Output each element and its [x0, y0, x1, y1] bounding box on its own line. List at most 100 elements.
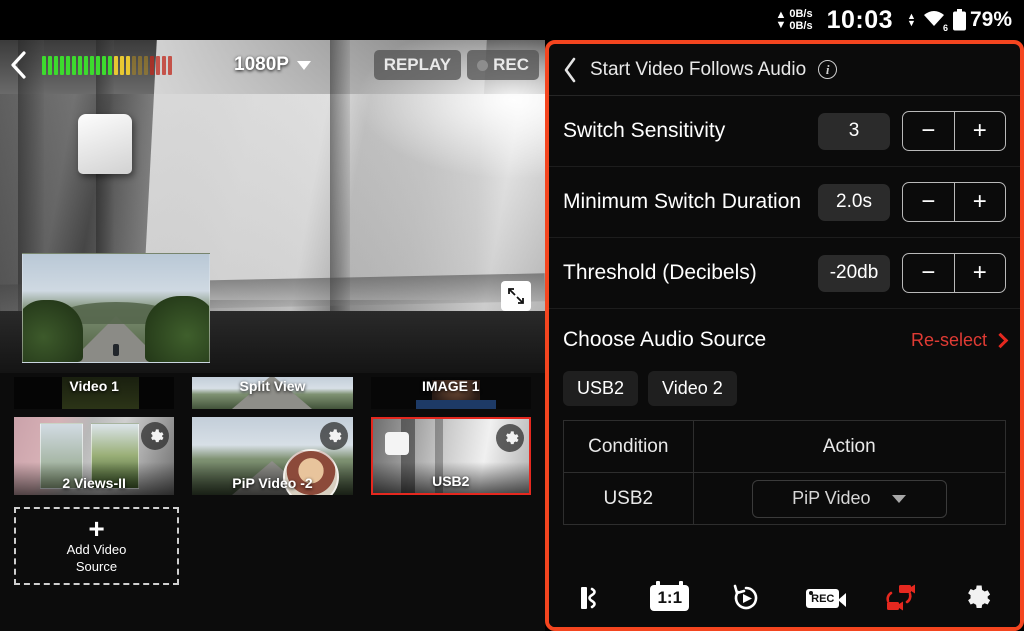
- table-header-row: Condition Action: [563, 420, 1007, 473]
- setting-value[interactable]: 2.0s: [818, 183, 890, 221]
- replay-label: REPLAY: [383, 55, 452, 74]
- column-header-condition: Condition: [563, 420, 694, 473]
- increment-button[interactable]: +: [955, 112, 1006, 150]
- status-bar: ▲ ▼ 0B/s 0B/s 10:03 ▲ ▼ 6 79%: [0, 0, 1024, 40]
- stepper-minimum-switch-duration: − +: [902, 182, 1006, 222]
- add-source-label-line2: Source: [75, 559, 118, 574]
- pip-trees-left: [23, 300, 83, 362]
- increment-button[interactable]: +: [955, 254, 1006, 292]
- setting-row-minimum-switch-duration: Minimum Switch Duration 2.0s − +: [549, 167, 1020, 238]
- action-dropdown-value: PiP Video: [792, 488, 871, 508]
- resolution-label: 1080P: [234, 54, 289, 75]
- audio-levels-icon[interactable]: [565, 576, 621, 620]
- upload-speed: 0B/s: [789, 8, 813, 20]
- app-root: ▲ ▼ 0B/s 0B/s 10:03 ▲ ▼ 6 79% 1080P REPL…: [0, 0, 1024, 631]
- audio-source-chip-usb2[interactable]: USB2: [563, 371, 639, 406]
- panel-back-button[interactable]: [563, 57, 578, 83]
- table-row: USB2 PiP Video: [563, 472, 1007, 525]
- source-thumb-video1[interactable]: Video 1: [14, 377, 175, 409]
- setting-label: Switch Sensitivity: [563, 119, 726, 142]
- settings-gear-icon[interactable]: [948, 576, 1004, 620]
- setting-value[interactable]: 3: [818, 112, 890, 150]
- source-thumb-usb2[interactable]: USB2: [370, 417, 531, 495]
- audio-source-chip-video2[interactable]: Video 2: [648, 371, 737, 406]
- source-label: USB2: [432, 473, 470, 489]
- video-source-grid: Video 1 Split View IMAGE 1 2 Views-II Pi…: [0, 373, 545, 631]
- page-title: Start Video Follows Audio: [590, 58, 807, 80]
- stepper-switch-sensitivity: − +: [902, 111, 1006, 151]
- info-icon[interactable]: i: [818, 60, 838, 79]
- choose-audio-source-label: Choose Audio Source: [563, 328, 767, 351]
- rec-label: REC: [493, 55, 529, 74]
- preview-top-bar: 1080P REPLAY REC: [0, 40, 545, 90]
- wifi-generation-label: 6: [942, 22, 948, 33]
- panel-header: Start Video Follows Audio i: [549, 44, 1020, 96]
- setting-value[interactable]: -20db: [818, 254, 890, 292]
- column-header-action: Action: [692, 420, 1007, 473]
- wifi-icon: 6: [922, 9, 948, 33]
- rules-table: Condition Action USB2 PiP Video: [563, 420, 1007, 525]
- decrement-button[interactable]: −: [903, 112, 955, 150]
- source-row-partial: Video 1 Split View IMAGE 1: [0, 377, 545, 409]
- plus-icon: +: [88, 513, 105, 544]
- decrement-button[interactable]: −: [903, 254, 955, 292]
- rule-condition-cell: USB2: [563, 472, 694, 525]
- video-follows-audio-panel: Start Video Follows Audio i Switch Sensi…: [545, 40, 1024, 631]
- rule-action-cell: PiP Video: [692, 472, 1007, 525]
- status-clock: 10:03: [826, 5, 894, 34]
- record-dot-icon: [477, 59, 489, 71]
- chevron-right-icon[interactable]: [992, 332, 1009, 348]
- source-label: IMAGE 1: [422, 378, 480, 394]
- increment-button[interactable]: +: [955, 183, 1006, 221]
- pip-rider: [113, 344, 119, 356]
- chevron-down-icon: [892, 494, 907, 503]
- replay-icon[interactable]: [718, 576, 774, 620]
- aspect-ratio-icon[interactable]: 1:1: [642, 576, 698, 620]
- source-thumb-splitview[interactable]: Split View: [192, 377, 353, 409]
- source-thumb-2-views-ii[interactable]: 2 Views-II: [14, 417, 175, 495]
- setting-row-threshold-decibels: Threshold (Decibels) -20db − +: [549, 238, 1020, 309]
- data-transfer-icon: ▲ ▼: [907, 11, 916, 28]
- preview-wall-device: [78, 114, 132, 174]
- reselect-link[interactable]: Re-select: [911, 330, 987, 351]
- source-label: Split View: [239, 378, 306, 394]
- record-dot-icon: [809, 590, 814, 595]
- pip-inset-preview[interactable]: [22, 253, 210, 363]
- source-thumb-image1[interactable]: IMAGE 1: [370, 377, 531, 409]
- source-row-main: 2 Views-II PiP Video -2 USB2: [0, 417, 545, 495]
- battery-percent: 79%: [969, 8, 1012, 31]
- decrement-button[interactable]: −: [903, 183, 955, 221]
- chevron-down-icon: [296, 60, 311, 70]
- record-label: REC: [811, 592, 835, 605]
- setting-row-switch-sensitivity: Switch Sensitivity 3 − +: [549, 96, 1020, 167]
- switch-video-icon[interactable]: [871, 576, 927, 620]
- source-label: Video 1: [69, 378, 119, 394]
- expand-button[interactable]: [501, 281, 531, 311]
- aspect-ratio-label: 1:1: [650, 581, 690, 611]
- choose-audio-source-row: Choose Audio Source Re-select: [549, 309, 1020, 371]
- audio-source-chips: USB2 Video 2: [549, 371, 1020, 420]
- source-label: PiP Video -2: [232, 475, 313, 491]
- record-icon[interactable]: REC: [795, 576, 851, 620]
- add-video-source-button[interactable]: + Add Video Source: [14, 507, 179, 585]
- add-source-label-line1: Add Video: [66, 542, 127, 557]
- battery-icon: [952, 9, 966, 31]
- rec-button[interactable]: REC: [467, 50, 539, 80]
- battery-indicator: 79%: [952, 8, 1012, 32]
- record-label-box: REC: [806, 588, 847, 608]
- source-label: 2 Views-II: [62, 475, 126, 491]
- setting-label: Threshold (Decibels): [563, 261, 757, 284]
- video-preview[interactable]: 1080P REPLAY REC: [0, 40, 545, 373]
- network-speed-indicator: ▲ ▼ 0B/s 0B/s: [775, 8, 812, 32]
- replay-button[interactable]: REPLAY: [373, 50, 462, 80]
- network-arrows-icon: ▲ ▼: [775, 9, 787, 31]
- gear-icon[interactable]: [319, 422, 348, 450]
- rules-table-wrapper: Condition Action USB2 PiP Video: [549, 420, 1020, 525]
- bottom-toolbar: 1:1 REC: [549, 569, 1020, 627]
- download-speed: 0B/s: [789, 20, 813, 32]
- gear-icon[interactable]: [496, 424, 524, 452]
- pip-trees-right: [145, 296, 209, 362]
- source-thumb-pip-video-2[interactable]: PiP Video -2: [192, 417, 353, 495]
- action-dropdown[interactable]: PiP Video: [751, 479, 947, 518]
- stepper-threshold-decibels: − +: [902, 253, 1006, 293]
